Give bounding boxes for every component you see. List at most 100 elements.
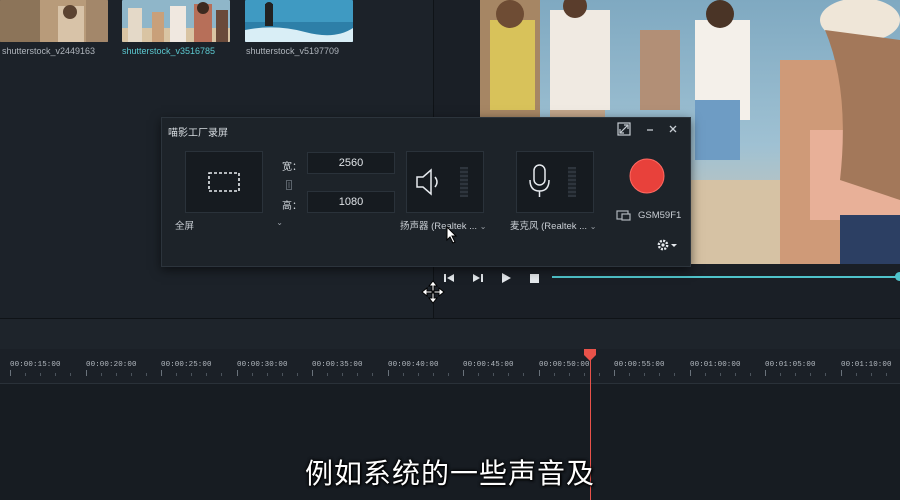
ruler-tick-mark [553, 373, 555, 376]
ruler-tick-mark [357, 373, 359, 376]
media-label-3: shutterstock_v5197709 [246, 46, 340, 56]
playback-controls [434, 264, 900, 292]
ruler-tick-mark [10, 370, 11, 376]
ruler-tick-mark [780, 373, 782, 376]
ruler-tick-mark [387, 370, 389, 376]
ruler-tick-mark [614, 370, 615, 376]
play-icon[interactable] [499, 271, 513, 285]
ruler-tick-mark [342, 373, 344, 376]
minimize-icon[interactable] [642, 121, 658, 137]
aspect-lock-icon[interactable] [286, 177, 292, 190]
ruler-tick-mark [432, 373, 434, 376]
playback-progress-track[interactable] [552, 276, 900, 278]
ruler-tick-mark [508, 373, 510, 376]
ruler-tick-mark [689, 370, 691, 376]
ruler-tick-mark [85, 370, 87, 376]
ruler-tick-label: 00:00:25:00 [161, 361, 212, 369]
media-label-2: shutterstock_v3516785 [122, 46, 216, 56]
ruler-tick-mark [191, 373, 193, 376]
ruler-tick-mark [236, 370, 238, 376]
timeline-toolbar [0, 318, 900, 350]
ruler-tick-mark [417, 373, 419, 376]
ruler-tick-mark [840, 370, 842, 376]
ruler-tick-mark [100, 373, 102, 376]
height-input[interactable]: 1080 [307, 191, 395, 213]
close-icon[interactable] [665, 121, 681, 137]
ruler-tick-mark [659, 373, 661, 376]
ruler-tick-mark [825, 373, 827, 376]
ruler-tick-mark [130, 373, 132, 376]
ruler-tick-mark [795, 373, 797, 376]
fullscreen-icon[interactable] [616, 121, 632, 137]
ruler-tick-mark [372, 373, 374, 376]
width-input[interactable]: 2560 [307, 152, 395, 174]
microphone-panel[interactable] [516, 151, 594, 213]
ruler-tick-mark [568, 373, 570, 376]
ruler-tick-label: 00:00:35:00 [312, 361, 363, 369]
ruler-tick-mark [70, 373, 72, 376]
settings-gear-icon[interactable] [656, 238, 680, 252]
ruler-tick-mark [598, 373, 600, 376]
speaker-label: 扬声器 (Realtek ... [400, 221, 478, 232]
capture-area-preview[interactable] [185, 151, 263, 213]
chevron-down-icon: ⌄ [276, 218, 283, 227]
ruler-tick-mark [523, 373, 525, 376]
stop-icon[interactable] [527, 271, 541, 285]
step-forward-icon[interactable] [471, 271, 485, 285]
ruler-tick-mark [251, 373, 253, 376]
mic-level-meter [568, 167, 576, 197]
ruler-tick-mark [885, 373, 887, 376]
ruler-tick-mark [327, 373, 329, 376]
ruler-tick-mark [538, 370, 540, 376]
width-label: 宽： [282, 162, 302, 173]
playhead-marker-icon[interactable] [584, 348, 596, 361]
timeline-ruler[interactable]: 00:00:15:00 00:00:20:00 00:00:25:00 00:0… [0, 349, 900, 384]
ruler-tick-mark [493, 373, 495, 376]
ruler-tick-mark [115, 373, 117, 376]
ruler-tick-mark [704, 373, 706, 376]
ruler-tick-label: 00:01:00:00 [690, 361, 741, 369]
speaker-level-meter [460, 167, 468, 197]
ruler-tick-mark [206, 373, 208, 376]
speaker-panel[interactable] [406, 151, 484, 213]
ruler-tick-mark [296, 373, 298, 376]
ruler-tick-mark [221, 373, 223, 376]
ruler-tick-label: 00:00:30:00 [237, 361, 288, 369]
ruler-tick-label: 00:00:55:00 [614, 361, 665, 369]
media-thumbnail-2[interactable] [122, 0, 230, 42]
ruler-tick-mark [734, 373, 736, 376]
ruler-tick-label: 00:00:15:00 [10, 361, 61, 369]
record-button[interactable] [629, 158, 665, 194]
ruler-tick-mark [749, 373, 751, 376]
ruler-tick-mark [447, 373, 449, 376]
media-thumbnail-1[interactable] [0, 0, 108, 42]
dialog-title: 喵影工厂录屏 [168, 128, 228, 139]
ruler-tick-label: 00:00:50:00 [539, 361, 590, 369]
ruler-tick-mark [629, 373, 631, 376]
ruler-tick-mark [40, 373, 42, 376]
chevron-down-icon: ⌄ [589, 222, 597, 231]
microphone-label: 麦克风 (Realtek ... [510, 221, 588, 232]
ruler-tick-mark [644, 373, 646, 376]
ruler-tick-mark [402, 373, 404, 376]
ruler-tick-mark [583, 373, 585, 376]
video-subtitle: 例如系统的一些声音及 [304, 457, 595, 490]
ruler-tick-label: 00:00:20:00 [86, 361, 137, 369]
ruler-tick-mark [870, 373, 872, 376]
ruler-tick-mark [810, 373, 812, 376]
media-thumbnail-3[interactable] [245, 0, 353, 42]
ruler-tick-mark [463, 370, 464, 376]
ruler-tick-mark [161, 370, 162, 376]
ruler-tick-label: 00:01:05:00 [765, 361, 816, 369]
ruler-tick-mark [145, 373, 147, 376]
ruler-tick-mark [674, 373, 676, 376]
capture-area-dropdown[interactable]: 全屏 ⌄ [175, 218, 283, 232]
ruler-tick-mark [312, 370, 313, 376]
monitor-icon [616, 209, 632, 223]
microphone-dropdown[interactable]: 麦克风 (Realtek ... ⌄ [510, 218, 602, 232]
playback-progress-knob[interactable] [895, 272, 900, 281]
ruler-tick-mark [478, 373, 480, 376]
screen-recorder-dialog: 喵影工厂录屏 全屏 ⌄ 宽： 2560 高： 1080 扬声器 (Realtek… [161, 117, 691, 267]
ruler-tick-mark [176, 373, 178, 376]
ruler-tick-mark [719, 373, 721, 376]
